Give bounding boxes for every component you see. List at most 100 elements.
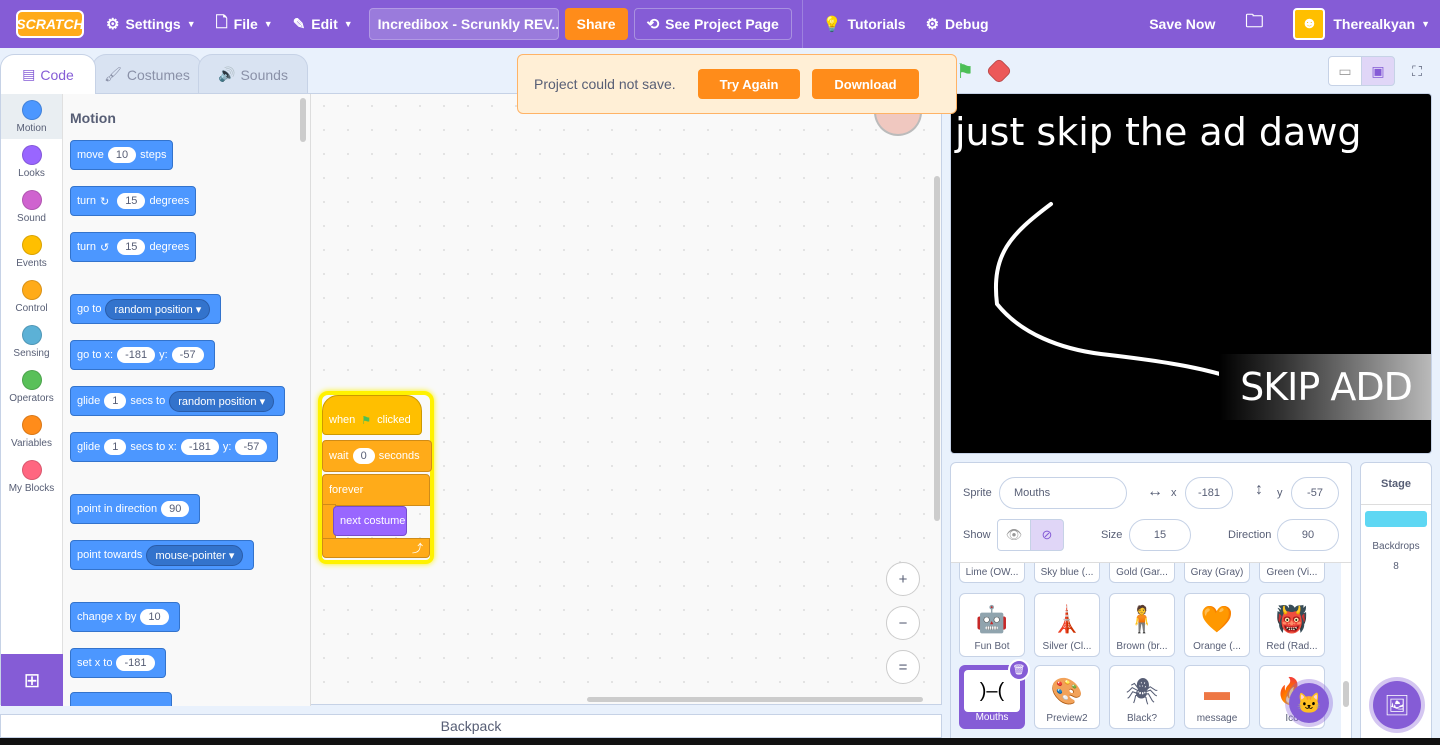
- block-dropdown[interactable]: random position ▾: [105, 298, 211, 320]
- sprite-tile[interactable]: 👹 Red (Rad...: [1259, 593, 1325, 657]
- zoom-out-button[interactable]: −: [886, 606, 920, 640]
- category-variables[interactable]: Variables: [1, 409, 62, 454]
- sprite-tile[interactable]: 🤖 Fun Bot: [959, 593, 1025, 657]
- workspace-vertical-scrollbar[interactable]: [934, 176, 940, 521]
- sprite-tile[interactable]: Green (Vi...: [1259, 563, 1325, 583]
- when-flag-clicked-block[interactable]: when ⚑ clicked: [322, 395, 422, 435]
- zoom-in-button[interactable]: +: [886, 562, 920, 596]
- zoom-reset-button[interactable]: =: [886, 650, 920, 684]
- block-input[interactable]: -57: [171, 347, 204, 363]
- category-control[interactable]: Control: [1, 274, 62, 319]
- palette-scrollbar[interactable]: [300, 98, 306, 142]
- block-change-x[interactable]: change x by 10: [70, 602, 180, 632]
- show-hidden-button[interactable]: ⊘: [1030, 519, 1064, 551]
- block-input[interactable]: 1: [104, 393, 127, 409]
- sprite-tile[interactable]: 🗼 Silver (Cl...: [1034, 593, 1100, 657]
- tab-sounds[interactable]: 🔊 Sounds: [198, 54, 308, 94]
- add-extension-button[interactable]: ⊞: [1, 654, 63, 706]
- account-menu[interactable]: ☻ Therealkyan ▼: [1283, 0, 1440, 48]
- block-input[interactable]: 15: [117, 239, 146, 255]
- block-go-to-xy[interactable]: go to x: -181 y: -57: [70, 340, 215, 370]
- see-project-page-button[interactable]: ⟲ See Project Page: [633, 8, 792, 40]
- wait-seconds-block[interactable]: wait 0 seconds: [322, 440, 432, 472]
- block-set-x[interactable]: set x to -181: [70, 648, 166, 678]
- category-sound[interactable]: Sound: [1, 184, 62, 229]
- script-workspace[interactable]: when ⚑ clicked wait 0 seconds forever next c…: [312, 94, 941, 704]
- project-title-input[interactable]: Incredibox - Scrunkly REV...: [368, 8, 559, 40]
- block-turn-right[interactable]: turn ↻ 15 degrees: [70, 186, 197, 216]
- block-turn-left[interactable]: turn ↺ 15 degrees: [70, 232, 197, 262]
- next-costume-block[interactable]: next costume: [333, 506, 407, 536]
- sprite-list-scrollbar[interactable]: [1341, 563, 1351, 743]
- scratch-logo[interactable]: SCRATCH: [16, 10, 84, 38]
- block-input[interactable]: 15: [117, 193, 146, 209]
- forever-block[interactable]: forever: [322, 474, 430, 506]
- direction-input[interactable]: 90: [1277, 519, 1339, 551]
- sprite-name-input[interactable]: Mouths: [999, 477, 1127, 509]
- block-partial[interactable]: [70, 692, 172, 706]
- block-input[interactable]: 10: [140, 609, 169, 625]
- sprite-tile[interactable]: 🎨 Preview2: [1034, 665, 1100, 729]
- tutorials-button[interactable]: 💡 Tutorials: [813, 0, 916, 48]
- sprite-tile[interactable]: Gray (Gray): [1184, 563, 1250, 583]
- block-input[interactable]: 1: [104, 439, 127, 455]
- category-motion[interactable]: Motion: [1, 94, 62, 139]
- download-button[interactable]: Download: [812, 69, 919, 99]
- fullscreen-button[interactable]: ⛶: [1400, 56, 1434, 86]
- block-point-towards[interactable]: point towards mouse-pointer ▾: [70, 540, 255, 570]
- block-input[interactable]: -57: [235, 439, 268, 455]
- category-my-blocks[interactable]: My Blocks: [1, 454, 62, 499]
- category-looks[interactable]: Looks: [1, 139, 62, 184]
- block-dropdown[interactable]: mouse-pointer ▾: [146, 544, 244, 566]
- save-now-button[interactable]: Save Now: [1139, 0, 1225, 48]
- share-button[interactable]: Share: [564, 8, 628, 40]
- block-input[interactable]: -181: [117, 347, 156, 363]
- choose-sprite-button[interactable]: 🐱: [1289, 683, 1329, 723]
- skip-ad-overlay[interactable]: SKIP ADD: [1219, 354, 1431, 420]
- workspace-horizontal-scrollbar[interactable]: [587, 697, 923, 702]
- block-input[interactable]: 90: [161, 501, 190, 517]
- block-glide-xy[interactable]: glide 1 secs to x: -181 y: -57: [70, 432, 279, 462]
- block-input[interactable]: -181: [180, 439, 219, 455]
- stage-canvas[interactable]: just skip the ad dawg SKIP ADD: [950, 93, 1432, 454]
- sprite-tile[interactable]: Lime (OW...: [959, 563, 1025, 583]
- show-visible-button[interactable]: 👁: [997, 519, 1031, 551]
- block-point-direction[interactable]: point in direction 90: [70, 494, 201, 524]
- choose-backdrop-button[interactable]: 🖼: [1373, 681, 1421, 729]
- settings-menu[interactable]: ⚙ Settings ▼: [96, 0, 206, 48]
- block-move-steps[interactable]: move 10 steps: [70, 140, 174, 170]
- scrollbar-thumb[interactable]: [1343, 681, 1349, 707]
- sprite-tile[interactable]: 🕷 Black?: [1109, 665, 1175, 729]
- edit-menu[interactable]: ✎ Edit ▼: [283, 0, 363, 48]
- y-input[interactable]: -57: [1291, 477, 1339, 509]
- try-again-button[interactable]: Try Again: [697, 69, 801, 99]
- block-glide-to[interactable]: glide 1 secs to random position ▾: [70, 386, 286, 416]
- file-menu[interactable]: 🗋 File ▼: [206, 0, 283, 48]
- sprite-tile[interactable]: Gold (Gar...: [1109, 563, 1175, 583]
- tab-costumes[interactable]: 🖌 Costumes: [92, 54, 202, 94]
- small-stage-button[interactable]: ▭: [1328, 56, 1362, 86]
- tab-code[interactable]: ▤ Code: [0, 54, 96, 94]
- backdrops-count: 8: [1393, 561, 1399, 572]
- delete-sprite-button[interactable]: 🗑: [1008, 659, 1030, 681]
- backpack-bar[interactable]: Backpack: [0, 714, 942, 738]
- large-stage-button[interactable]: ▣: [1361, 56, 1395, 86]
- stage-selector[interactable]: Stage Backdrops 8 🖼: [1360, 462, 1432, 745]
- category-sensing[interactable]: Sensing: [1, 319, 62, 364]
- sprite-tile[interactable]: 🧍 Brown (br...: [1109, 593, 1175, 657]
- my-stuff-button[interactable]: 🗀: [1225, 0, 1283, 48]
- block-input[interactable]: 0: [352, 448, 375, 464]
- stop-button[interactable]: [985, 57, 1013, 85]
- size-input[interactable]: 15: [1129, 519, 1191, 551]
- block-input[interactable]: 10: [107, 147, 137, 163]
- debug-button[interactable]: ⚙ Debug: [916, 0, 999, 48]
- block-go-to[interactable]: go to random position ▾: [70, 294, 222, 324]
- block-input[interactable]: -181: [116, 655, 155, 671]
- category-operators[interactable]: Operators: [1, 364, 62, 409]
- sprite-tile[interactable]: Sky blue (...: [1034, 563, 1100, 583]
- sprite-tile[interactable]: 🧡 Orange (...: [1184, 593, 1250, 657]
- sprite-tile[interactable]: ▬ message: [1184, 665, 1250, 729]
- block-dropdown[interactable]: random position ▾: [169, 390, 275, 412]
- category-events[interactable]: Events: [1, 229, 62, 274]
- x-input[interactable]: -181: [1185, 477, 1233, 509]
